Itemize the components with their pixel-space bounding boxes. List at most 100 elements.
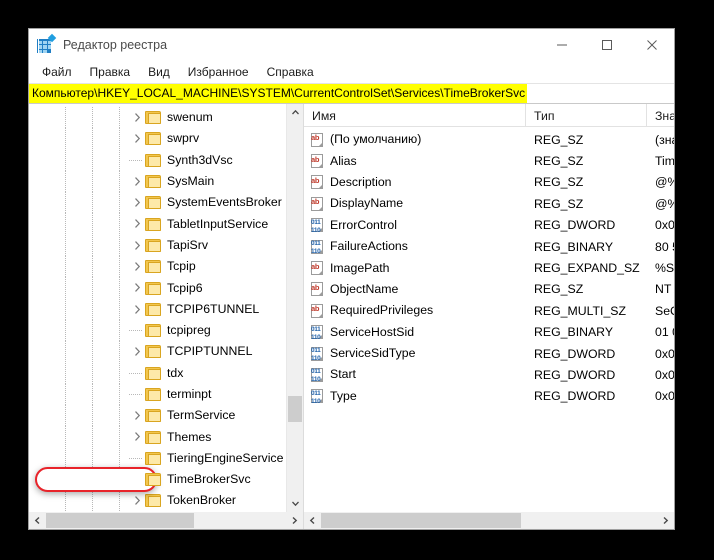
- tree-horizontal-scrollbar[interactable]: [29, 512, 303, 529]
- tree-indent: [29, 277, 141, 299]
- value-type-cell: REG_DWORD: [534, 346, 616, 361]
- chevron-right-icon[interactable]: [132, 410, 143, 421]
- value-row[interactable]: ab RequiredPrivileges REG_MULTI_SZ SeCh: [304, 300, 674, 321]
- value-name-text: ServiceHostSid: [330, 324, 415, 339]
- chevron-right-icon[interactable]: [132, 495, 143, 506]
- values-hscroll-track[interactable]: [321, 512, 657, 529]
- tree-guide-line: [92, 234, 93, 257]
- value-name-cell: ab ImagePath: [304, 261, 526, 276]
- chevron-right-icon[interactable]: [132, 261, 143, 272]
- value-name-cell: 011 110 Type: [304, 389, 526, 404]
- tree-connector: [129, 320, 143, 341]
- folder-icon: [145, 281, 161, 295]
- tree-vertical-scrollbar[interactable]: [286, 104, 303, 512]
- value-row[interactable]: ab Alias REG_SZ Time: [304, 150, 674, 171]
- menu-item-help[interactable]: Справка: [258, 63, 323, 81]
- chevron-right-icon[interactable]: [132, 431, 143, 442]
- tree-item-tabletinputservice[interactable]: TabletInputService: [29, 213, 286, 235]
- chevron-right-icon[interactable]: [132, 218, 143, 229]
- tree-item-swprv[interactable]: swprv: [29, 128, 286, 150]
- tree-guide-line: [65, 298, 66, 320]
- value-data-cell: %Sys: [655, 261, 674, 276]
- tree-indent: [29, 149, 142, 171]
- values-horizontal-scrollbar[interactable]: [304, 512, 674, 529]
- tree-scrollbar-thumb[interactable]: [288, 396, 302, 422]
- tree-item-themes[interactable]: Themes: [29, 426, 286, 448]
- binary-value-icon: 011 110: [310, 389, 324, 404]
- column-header-type[interactable]: Тип: [526, 104, 647, 127]
- value-row[interactable]: ab ObjectName REG_SZ NT A: [304, 279, 674, 300]
- tree-item-label: terminpt: [167, 387, 212, 401]
- tree-item-tcpip[interactable]: Tcpip: [29, 256, 286, 278]
- tree-item-systemeventsbroker[interactable]: SystemEventsBroker: [29, 192, 286, 214]
- value-row[interactable]: 011110 Start REG_DWORD 0x00: [304, 364, 674, 385]
- value-row[interactable]: 011110 ServiceSidType REG_DWORD 0x00: [304, 343, 674, 364]
- tree-scroll-down-button[interactable]: [287, 495, 303, 512]
- chevron-right-icon[interactable]: [132, 346, 143, 357]
- tree-item-tdx[interactable]: tdx: [29, 362, 286, 384]
- tree-item-tcpiptunnel[interactable]: TCPIPTUNNEL: [29, 341, 286, 363]
- value-row[interactable]: 011110 Type REG_DWORD 0x00: [304, 386, 674, 407]
- value-row[interactable]: ab (По умолчанию) REG_SZ (знач: [304, 129, 674, 150]
- tree-item-tcpipreg[interactable]: tcpipreg: [29, 319, 286, 342]
- minimize-button[interactable]: [539, 29, 584, 61]
- value-row[interactable]: ab DisplayName REG_SZ @%w: [304, 193, 674, 214]
- close-button[interactable]: [629, 29, 674, 61]
- tree-item-tcpip6tunnel[interactable]: TCPIP6TUNNEL: [29, 298, 286, 320]
- registry-values-pane: Имя Тип Знач ab (По умолчанию) REG_SZ (знач…: [304, 104, 674, 529]
- value-row[interactable]: 011110 ErrorControl REG_DWORD 0x00: [304, 215, 674, 236]
- chevron-right-icon[interactable]: [132, 304, 143, 315]
- chevron-right-icon[interactable]: [132, 133, 143, 144]
- menu-item-file[interactable]: Файл: [33, 63, 81, 81]
- tree-item-synth3dvsc[interactable]: Synth3dVsc: [29, 149, 286, 171]
- binary-value-icon: 011 110: [310, 367, 324, 382]
- tree-indent: [29, 128, 141, 150]
- tree-guide-line: [119, 447, 120, 470]
- tree-item-sysmain[interactable]: SysMain: [29, 170, 286, 193]
- tree-item-termservice[interactable]: TermService: [29, 405, 286, 427]
- tree-item-terminpt[interactable]: terminpt: [29, 383, 286, 406]
- value-name-text: ObjectName: [330, 281, 399, 296]
- tree-scroll-up-button[interactable]: [287, 104, 303, 121]
- tree-item-tokenbroker[interactable]: TokenBroker: [29, 490, 286, 512]
- chevron-right-icon[interactable]: [132, 240, 143, 251]
- maximize-button[interactable]: [584, 29, 629, 61]
- tree-hscroll-track[interactable]: [46, 512, 286, 529]
- folder-icon: [145, 260, 161, 274]
- value-row[interactable]: 011110 FailureActions REG_BINARY 80 51: [304, 236, 674, 257]
- chevron-right-icon[interactable]: [132, 197, 143, 208]
- value-data-cell: 0x00: [655, 218, 674, 233]
- tree-hscroll-thumb[interactable]: [46, 513, 194, 528]
- tree-item-timebrokersvc[interactable]: TimeBrokerSvc: [29, 467, 286, 493]
- tree-item-label: Synth3dVsc: [167, 152, 233, 167]
- tree-item-tieringengineservice[interactable]: TieringEngineService: [29, 447, 286, 470]
- value-type-cell: REG_EXPAND_SZ: [534, 261, 640, 276]
- chevron-right-icon[interactable]: [132, 112, 143, 123]
- tree-indent: [29, 107, 141, 129]
- values-scroll-left-button[interactable]: [304, 512, 321, 529]
- value-row[interactable]: 011110 ServiceHostSid REG_BINARY 01 01: [304, 322, 674, 343]
- tree-indent: [29, 405, 141, 427]
- tree-item-tcpip6[interactable]: Tcpip6: [29, 277, 286, 299]
- value-type-cell: REG_SZ: [534, 175, 584, 190]
- tree-item-tapisrv[interactable]: TapiSrv: [29, 234, 286, 257]
- address-bar[interactable]: Компьютер\HKEY_LOCAL_MACHINE\SYSTEM\Curr…: [29, 83, 674, 104]
- value-name-cell: 011 110 FailureActions: [304, 239, 526, 254]
- tree-scroll-left-button[interactable]: [29, 512, 46, 529]
- value-row[interactable]: ab Description REG_SZ @%w: [304, 172, 674, 193]
- value-type-cell: REG_DWORD: [534, 367, 616, 382]
- value-row[interactable]: ab ImagePath REG_EXPAND_SZ %Sys: [304, 257, 674, 278]
- tree-indent: [29, 192, 141, 214]
- column-header-value[interactable]: Знач: [647, 104, 674, 127]
- menu-item-favorites[interactable]: Избранное: [179, 63, 258, 81]
- tree-item-swenum[interactable]: swenum: [29, 107, 286, 129]
- values-hscroll-thumb[interactable]: [321, 513, 521, 528]
- folder-icon: [145, 494, 161, 508]
- values-scroll-right-button[interactable]: [657, 512, 674, 529]
- menu-item-edit[interactable]: Правка: [81, 63, 140, 81]
- chevron-right-icon[interactable]: [132, 176, 143, 187]
- tree-scroll-right-button[interactable]: [286, 512, 303, 529]
- chevron-right-icon[interactable]: [132, 282, 143, 293]
- menu-item-view[interactable]: Вид: [139, 63, 179, 81]
- column-header-name[interactable]: Имя: [304, 104, 526, 127]
